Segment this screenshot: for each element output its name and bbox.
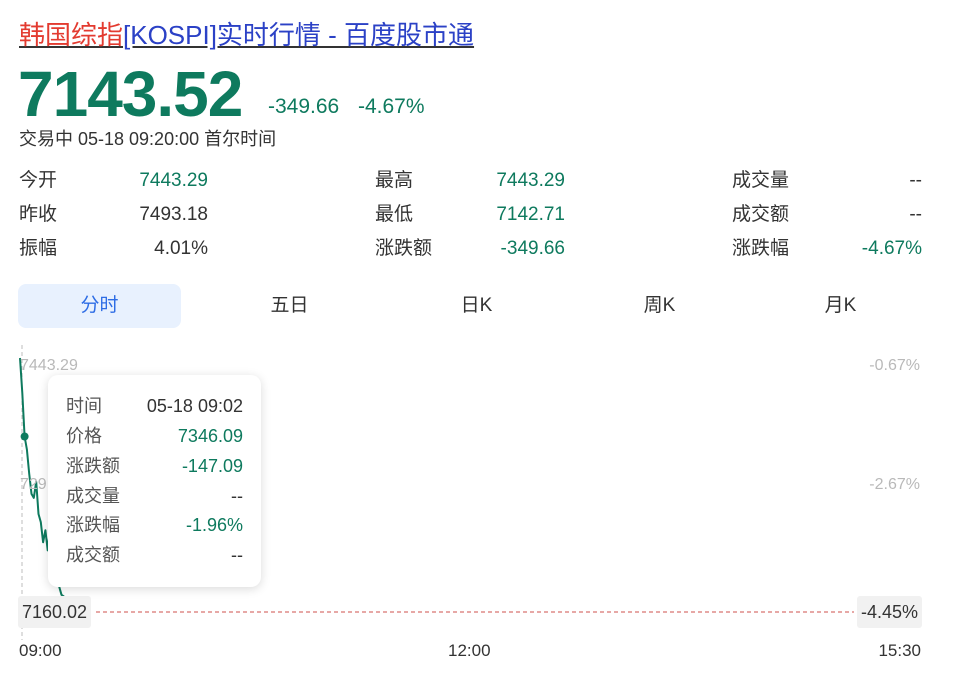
tooltip-row-change-percent: 涨跌幅 -1.96% — [66, 513, 243, 537]
tooltip-row-price: 价格 7346.09 — [66, 424, 243, 448]
tooltip-label: 涨跌幅 — [66, 515, 120, 535]
highlight-point — [20, 432, 29, 441]
tooltip-label: 价格 — [66, 426, 102, 446]
tooltip-label: 时间 — [66, 396, 102, 416]
tooltip-row-turnover: 成交额 -- — [66, 543, 243, 567]
tooltip-label: 成交额 — [66, 545, 120, 565]
tooltip-value: 05-18 09:02 — [146, 396, 243, 416]
y-axis-left-top: 7443.29 — [20, 357, 78, 374]
tooltip-value: -147.09 — [181, 456, 243, 476]
crosshair-price-tag: 7160.02 — [18, 596, 92, 628]
tooltip-label: 涨跌额 — [66, 456, 120, 476]
y-axis-right-top: -0.67% — [869, 357, 920, 374]
chart-tooltip: 时间 05-18 09:02 价格 7346.09 涨跌额 -147.09 成交… — [48, 375, 261, 587]
tooltip-row-time: 时间 05-18 09:02 — [66, 394, 243, 418]
tooltip-value: 7346.09 — [177, 426, 243, 446]
tooltip-label: 成交量 — [66, 486, 120, 506]
tooltip-value: -1.96% — [185, 515, 243, 535]
tooltip-value: -- — [231, 545, 243, 565]
x-axis-start: 09:00 — [19, 641, 62, 660]
crosshair-percent-tag: -4.45% — [856, 596, 922, 628]
y-axis-left-mid: 729 — [20, 476, 47, 493]
tooltip-value: -- — [231, 486, 243, 506]
x-axis-end: 15:30 — [878, 641, 921, 660]
tooltip-row-volume: 成交量 -- — [66, 484, 243, 508]
y-axis-right-mid: -2.67% — [869, 476, 920, 493]
tooltip-row-change: 涨跌额 -147.09 — [66, 454, 243, 478]
x-axis-mid: 12:00 — [448, 641, 491, 660]
